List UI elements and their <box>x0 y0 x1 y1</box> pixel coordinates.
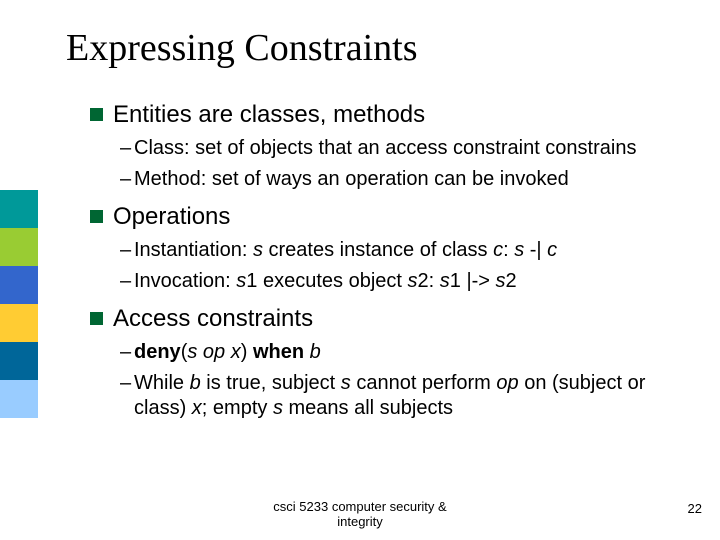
sidebar-decoration <box>0 190 38 418</box>
slide-title: Expressing Constraints <box>66 26 417 70</box>
sub-bullet-text: Class: set of objects that an access con… <box>134 136 636 161</box>
dash-icon: – <box>120 340 134 365</box>
bullet-level2: –Instantiation: s creates instance of cl… <box>90 238 680 263</box>
bullet-square-icon <box>90 210 103 223</box>
footer: csci 5233 computer security & integrity <box>0 499 720 530</box>
bullet-square-icon <box>90 108 103 121</box>
bullet-level1: Operations <box>90 202 680 232</box>
sidebar-square <box>0 380 38 418</box>
bullet-level2: –Method: set of ways an operation can be… <box>90 167 680 192</box>
bullet-level1: Entities are classes, methods <box>90 100 680 130</box>
dash-icon: – <box>120 167 134 192</box>
sub-bullet-text: While b is true, subject s cannot perfor… <box>134 371 680 421</box>
slide-content: Entities are classes, methods–Class: set… <box>90 90 680 421</box>
footer-line2: integrity <box>337 514 383 529</box>
dash-icon: – <box>120 136 134 161</box>
sidebar-square <box>0 266 38 304</box>
sub-bullet-text: Method: set of ways an operation can be … <box>134 167 569 192</box>
sidebar-square <box>0 190 38 228</box>
bullet-level2: –Invocation: s1 executes object s2: s1 |… <box>90 269 680 294</box>
dash-icon: – <box>120 269 134 294</box>
footer-line1: csci 5233 computer security & <box>273 499 446 514</box>
dash-icon: – <box>120 371 134 396</box>
page-number: 22 <box>688 501 702 516</box>
sidebar-square <box>0 342 38 380</box>
sidebar-square <box>0 228 38 266</box>
sub-bullet-text: deny(s op x) when b <box>134 340 321 365</box>
sub-bullet-text: Instantiation: s creates instance of cla… <box>134 238 557 263</box>
bullet-level2: –deny(s op x) when b <box>90 340 680 365</box>
sub-bullet-text: Invocation: s1 executes object s2: s1 |-… <box>134 269 517 294</box>
bullet-level2: –While b is true, subject s cannot perfo… <box>90 371 680 421</box>
bullet-level1: Access constraints <box>90 304 680 334</box>
bullet-square-icon <box>90 312 103 325</box>
bullet-text: Access constraints <box>113 304 313 334</box>
bullet-level2: –Class: set of objects that an access co… <box>90 136 680 161</box>
bullet-text: Entities are classes, methods <box>113 100 425 130</box>
dash-icon: – <box>120 238 134 263</box>
sidebar-square <box>0 304 38 342</box>
bullet-text: Operations <box>113 202 230 232</box>
